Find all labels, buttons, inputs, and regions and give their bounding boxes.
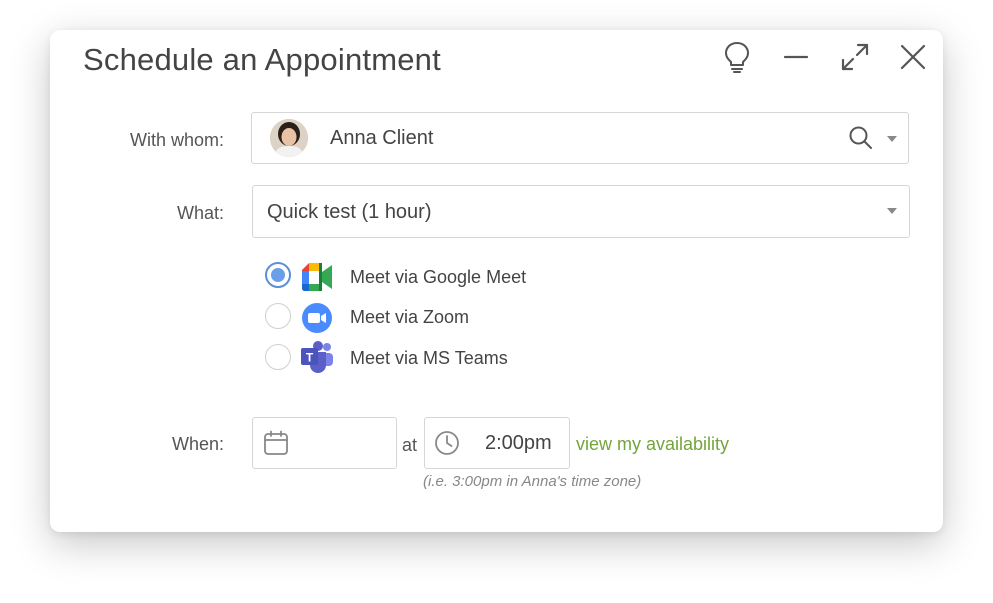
avatar <box>270 119 308 157</box>
close-icon[interactable] <box>896 40 930 74</box>
what-select[interactable]: Quick test (1 hour) <box>252 185 910 238</box>
view-availability-link[interactable]: view my availability <box>576 434 729 455</box>
minimize-icon[interactable] <box>779 40 813 74</box>
what-label: What: <box>176 203 224 223</box>
google-meet-option-label[interactable]: Meet via Google Meet <box>350 267 526 288</box>
google-meet-radio[interactable] <box>265 262 291 288</box>
chevron-down-icon[interactable] <box>887 136 897 142</box>
dialog-title: Schedule an Appointment <box>83 42 441 77</box>
with-whom-label: With whom: <box>129 130 224 150</box>
time-value: 2:00pm <box>485 432 552 454</box>
at-label: at <box>402 435 418 455</box>
zoom-option-label[interactable]: Meet via Zoom <box>350 307 469 328</box>
clock-icon <box>434 430 460 456</box>
expand-icon[interactable] <box>838 40 872 74</box>
with-whom-field[interactable]: Anna Client <box>251 112 909 164</box>
chevron-down-icon[interactable] <box>887 208 897 214</box>
svg-text:T: T <box>306 351 314 365</box>
when-label: When: <box>171 434 224 454</box>
ms-teams-option-label[interactable]: Meet via MS Teams <box>350 348 508 369</box>
timezone-hint: (i.e. 3:00pm in Anna's time zone) <box>423 473 642 490</box>
ms-teams-icon: T <box>299 340 335 374</box>
calendar-icon[interactable] <box>263 430 289 456</box>
with-whom-value: Anna Client <box>330 127 434 149</box>
schedule-appointment-dialog: Schedule an Appointment With whom: Anna … <box>50 30 943 532</box>
date-field[interactable] <box>252 417 397 469</box>
zoom-radio[interactable] <box>265 303 291 329</box>
what-value: Quick test (1 hour) <box>267 201 432 223</box>
ms-teams-radio[interactable] <box>265 344 291 370</box>
time-field[interactable]: 2:00pm <box>424 417 570 469</box>
google-meet-icon <box>299 260 335 294</box>
zoom-icon <box>299 301 335 335</box>
lightbulb-icon[interactable] <box>720 40 754 74</box>
search-icon[interactable] <box>848 125 874 151</box>
